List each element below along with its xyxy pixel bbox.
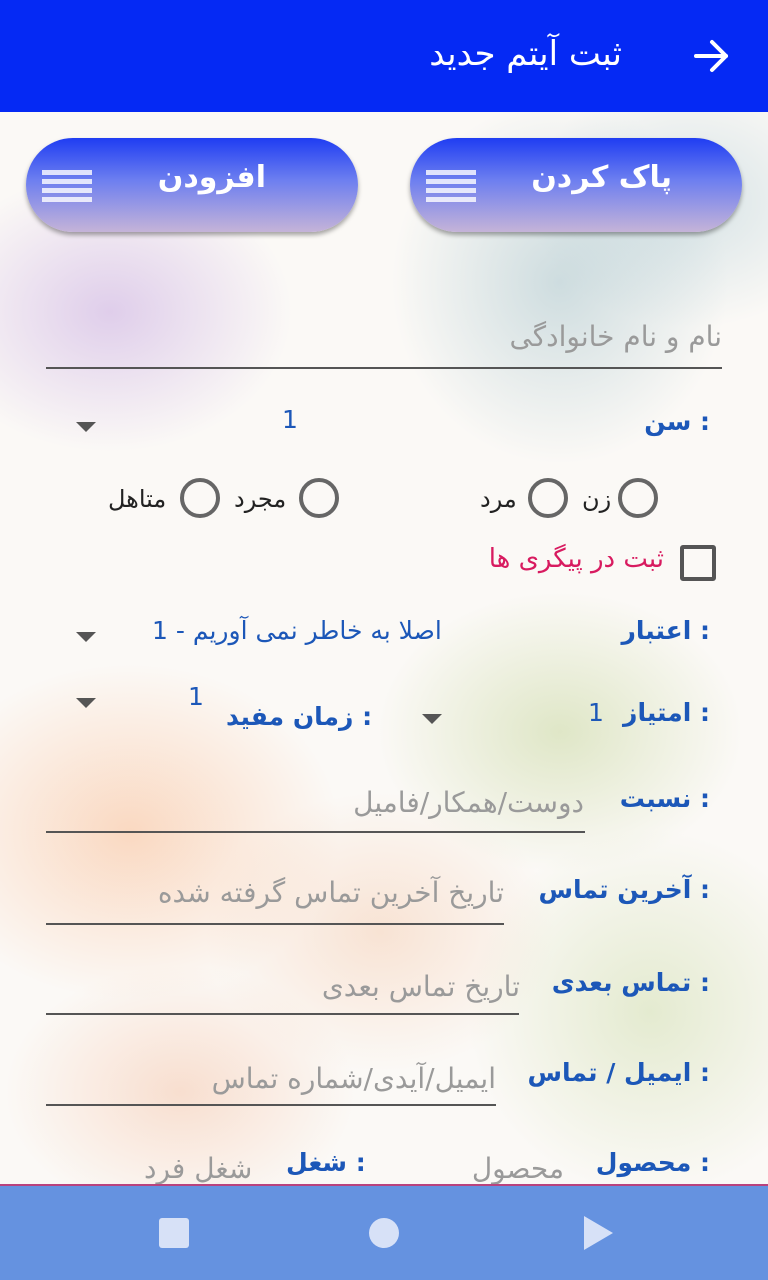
- arrow-right-icon[interactable]: [692, 36, 732, 76]
- add-button[interactable]: افزودن: [26, 138, 358, 232]
- last-contact-input[interactable]: تاریخ آخرین تماس گرفته شده: [158, 876, 504, 909]
- useful-time-dropdown-icon[interactable]: [76, 698, 96, 708]
- useful-time-label: زمان مفید :: [226, 702, 373, 731]
- product-label: محصول :: [595, 1148, 710, 1177]
- form-area: پاک کردن افزودن نام و نام خانوادگی سن : …: [0, 112, 768, 1184]
- relation-underline: [46, 831, 585, 833]
- next-contact-underline: [46, 1013, 519, 1015]
- triangle-back-icon[interactable]: [584, 1216, 613, 1250]
- married-radio[interactable]: [180, 478, 220, 518]
- credit-label: اعتبار :: [621, 616, 710, 645]
- clear-button-label: پاک کردن: [531, 160, 672, 195]
- credit-select[interactable]: 1 - اصلا به خاطر نمی آوریم: [152, 616, 442, 645]
- system-nav-bar: [0, 1184, 768, 1280]
- job-input[interactable]: شغل فرد: [144, 1152, 252, 1184]
- email-input[interactable]: ایمیل/آیدی/شماره تماس: [212, 1062, 496, 1095]
- next-contact-label: تماس بعدی :: [551, 968, 710, 997]
- female-radio[interactable]: [618, 478, 658, 518]
- relation-label: نسبت :: [619, 784, 710, 813]
- product-input[interactable]: محصول: [472, 1152, 564, 1184]
- married-label: متاهل: [108, 485, 167, 513]
- followup-checkbox[interactable]: [680, 545, 716, 581]
- menu-lines-icon: [42, 170, 92, 202]
- circle-home-icon[interactable]: [369, 1218, 399, 1248]
- score-select[interactable]: 1: [588, 698, 604, 727]
- score-label: امتیاز :: [623, 698, 710, 727]
- job-label: شغل :: [286, 1148, 366, 1177]
- male-radio[interactable]: [528, 478, 568, 518]
- followup-label: ثبت در پیگری ها: [488, 544, 664, 574]
- full-name-input[interactable]: نام و نام خانوادگی: [509, 320, 722, 353]
- app-bar: ثبت آیتم جدید: [0, 0, 768, 112]
- age-label: سن :: [644, 407, 710, 436]
- menu-lines-icon: [426, 170, 476, 202]
- male-label: مرد: [480, 485, 517, 513]
- page-title: ثبت آیتم جدید: [429, 34, 622, 74]
- single-radio[interactable]: [299, 478, 339, 518]
- single-label: مجرد: [234, 485, 287, 513]
- last-contact-label: آخرین تماس :: [538, 875, 710, 904]
- next-contact-input[interactable]: تاریخ تماس بعدی: [322, 970, 520, 1003]
- add-button-label: افزودن: [157, 160, 266, 195]
- last-contact-underline: [46, 923, 504, 925]
- age-select[interactable]: 1: [282, 405, 298, 434]
- full-name-underline: [46, 367, 722, 369]
- credit-dropdown-icon[interactable]: [76, 632, 96, 642]
- useful-time-select[interactable]: 1: [188, 682, 204, 711]
- female-label: زن: [582, 485, 612, 513]
- age-dropdown-icon[interactable]: [76, 422, 96, 432]
- email-underline: [46, 1104, 496, 1106]
- score-dropdown-icon[interactable]: [422, 714, 442, 724]
- clear-button[interactable]: پاک کردن: [410, 138, 742, 232]
- square-recents-icon[interactable]: [159, 1218, 189, 1248]
- relation-input[interactable]: دوست/همکار/فامیل: [353, 786, 584, 819]
- email-label: ایمیل / تماس :: [527, 1058, 710, 1087]
